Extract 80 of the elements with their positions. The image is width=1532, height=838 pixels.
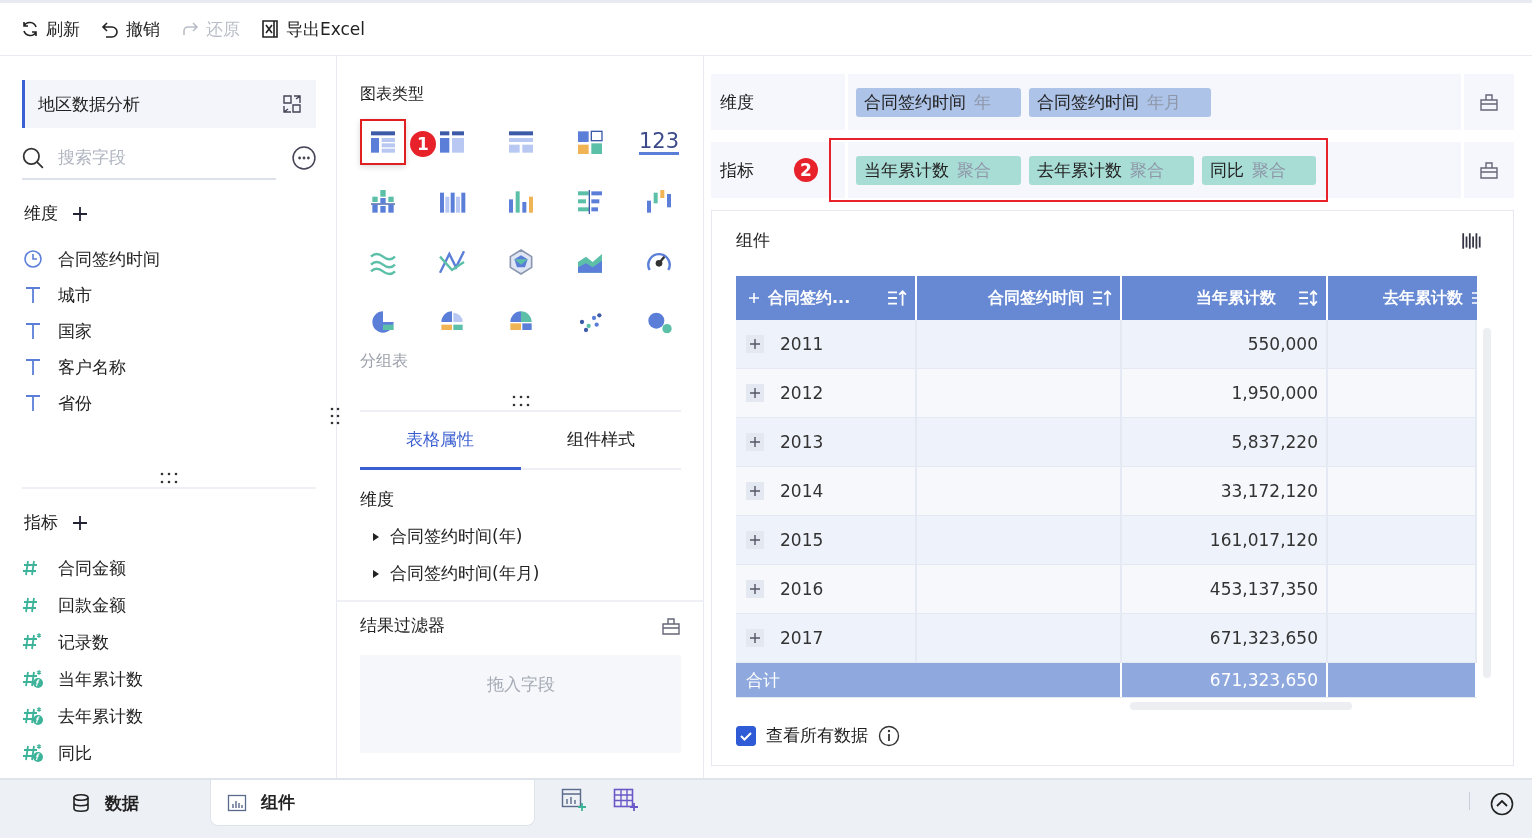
expand-icon[interactable] [748,292,760,304]
add-chart-icon[interactable] [561,788,587,812]
field-name[interactable]: 合同金额 [58,556,126,580]
field-pill[interactable]: 合同签约时间 年月 [1029,87,1211,117]
add-icon[interactable] [72,205,88,222]
checkbox-label[interactable]: 查看所有数据 [766,724,868,747]
field-name[interactable]: 同比 [58,741,92,765]
field-name[interactable]: 回款金额 [58,593,126,617]
tab[interactable]: 组件样式 [520,412,681,470]
sort-icon[interactable] [1092,289,1112,307]
total-cell: 671,323,650 [1122,663,1328,697]
sort-icon[interactable] [1298,289,1318,307]
section-title: 图表类型 [360,84,425,105]
total-label: 合计 [736,663,1122,697]
section-title: 结果过滤器 [360,614,445,637]
bottom-tab[interactable]: 数据 [0,780,210,826]
expand-arrow-icon[interactable] [372,568,380,579]
expand-icon[interactable] [746,335,764,353]
sort-icon[interactable] [1471,289,1477,307]
field-name[interactable]: 记录数 [58,630,109,654]
tab[interactable]: 表格属性 [360,412,521,470]
section-title: 维度 [360,488,395,511]
bottom-tab[interactable]: 组件 [210,780,535,826]
sort-icon[interactable] [887,289,907,307]
more-icon[interactable] [292,146,316,170]
field-name[interactable]: 去年累计数 [58,704,143,728]
search-icon [22,147,44,169]
dataset-header[interactable]: 地区数据分析 [22,80,316,128]
expand-icon[interactable] [746,384,764,402]
property-item[interactable]: 合同签约时间(年) [390,525,523,548]
calc-field-icon [22,669,44,689]
expand-icon[interactable] [746,531,764,549]
drag-handle-icon[interactable] [159,471,179,485]
field-pill[interactable]: 合同签约时间 年 [856,87,1021,117]
resize-handle-icon[interactable] [330,406,340,426]
kpi-chart-button[interactable]: 123 [636,119,682,165]
component-title: 组件 [736,229,770,252]
step-badge: 2 [794,158,818,182]
info-icon[interactable] [878,724,900,747]
expand-arrow-icon[interactable] [372,531,380,542]
chart-type-label: 分组表 [360,351,409,372]
refresh-icon [20,19,40,39]
shelf-label: 指标 [720,158,754,182]
clock-icon [22,249,44,269]
calc-field-icon [22,743,44,763]
field-name[interactable]: 国家 [58,319,92,343]
field-pill[interactable]: 当年累计数 聚合 [856,155,1021,185]
checkbox[interactable] [736,725,756,746]
expand-icon[interactable] [746,433,764,451]
drag-handle-icon[interactable] [510,394,531,408]
section-title: 维度 [24,202,58,225]
calc-field-icon [22,706,44,726]
property-item[interactable]: 合同签约时间(年月) [390,562,540,585]
field-name[interactable]: 客户名称 [58,355,126,379]
toolbar-button[interactable]: 刷新 [20,17,80,41]
field-pill[interactable]: 去年累计数 聚合 [1029,155,1194,185]
field-name[interactable]: 城市 [58,283,92,307]
expand-icon[interactable] [746,580,764,598]
shelf-label: 维度 [711,74,848,130]
bar-chart-icon [227,792,247,813]
undo-icon [100,19,120,39]
section-title: 指标 [24,511,58,534]
search-field[interactable]: 搜索字段 [22,136,276,180]
database-icon [71,793,91,813]
step-badge: 1 [410,131,436,157]
dataset-title: 地区数据分析 [38,92,140,116]
count-type-icon [22,632,44,652]
field-name[interactable]: 省份 [58,391,92,415]
expand-icon[interactable] [746,482,764,500]
add-table-icon[interactable] [613,788,639,812]
field-pill[interactable]: 同比 聚合 [1202,155,1316,185]
field-name[interactable]: 当年累计数 [58,667,143,691]
expand-icon[interactable] [746,629,764,647]
excel-icon [260,19,280,39]
switch-icon[interactable] [282,94,302,114]
collapse-icon[interactable] [1490,792,1514,816]
toolbar-button[interactable]: 撤销 [100,17,160,41]
field-name[interactable]: 合同签约时间 [58,247,160,271]
toolbar-button[interactable]: 导出Excel [260,17,366,41]
add-icon[interactable] [72,514,88,531]
